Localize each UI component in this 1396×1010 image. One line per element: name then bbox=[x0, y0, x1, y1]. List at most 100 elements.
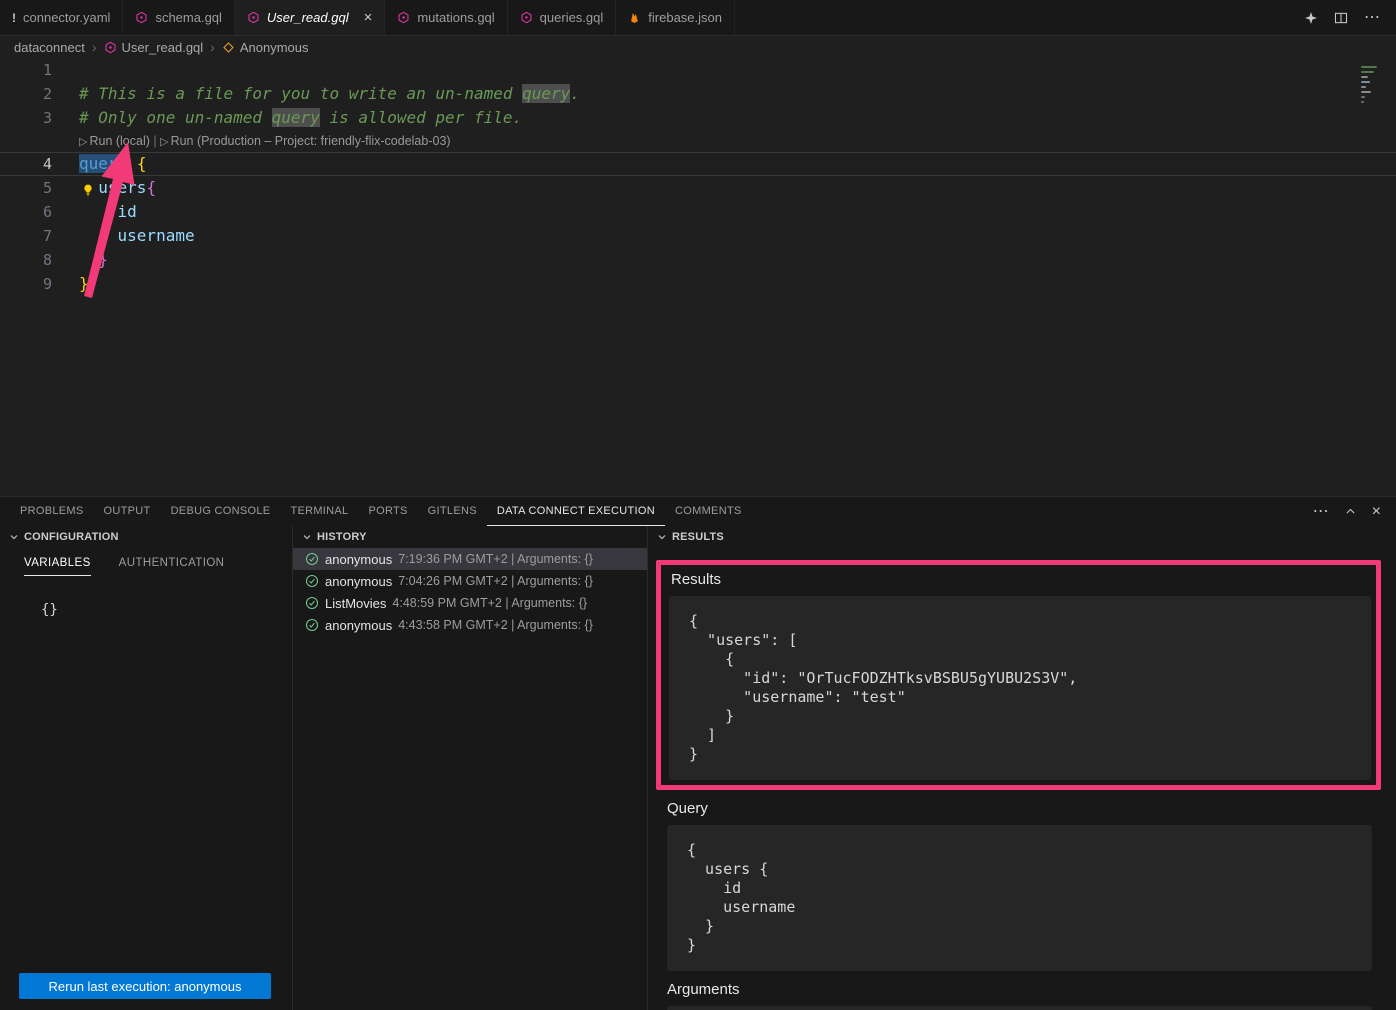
code-token: id bbox=[118, 202, 137, 221]
history-meta: 4:43:58 PM GMT+2 | Arguments: {} bbox=[398, 618, 593, 632]
codelens-separator: | bbox=[150, 134, 160, 148]
chevron-up-icon[interactable] bbox=[1344, 505, 1357, 518]
line-number: 2 bbox=[0, 82, 66, 106]
tab-User_read.gql[interactable]: User_read.gql× bbox=[235, 0, 385, 35]
results-section: RESULTS Results { "users": [ { "id": "OrT… bbox=[648, 526, 1396, 1010]
editor-line-8[interactable]: 8 } bbox=[0, 248, 1396, 272]
results-label-results: Results bbox=[671, 571, 1371, 588]
annotation-highlight-box: Results { "users": [ { "id": "OrTucFODZHT… bbox=[656, 560, 1381, 790]
code-token: { bbox=[137, 154, 147, 173]
minimap-mark bbox=[1361, 76, 1368, 78]
configuration-title: CONFIGURATION bbox=[24, 531, 119, 543]
tab-firebase.json[interactable]: firebase.json bbox=[616, 0, 735, 35]
code-block-arguments[interactable]: {} bbox=[667, 1006, 1372, 1010]
editor-line-1[interactable]: 1 bbox=[0, 58, 1396, 82]
copilot-sparkle-icon[interactable] bbox=[1304, 11, 1318, 25]
bottom-panel: PROBLEMSOUTPUTDEBUG CONSOLETERMINALPORTS… bbox=[0, 496, 1396, 1010]
code-token bbox=[79, 226, 118, 245]
editor-line-7[interactable]: 7 username bbox=[0, 224, 1396, 248]
editor-line-5[interactable]: 5 users{ bbox=[0, 176, 1396, 200]
chevron-down-icon bbox=[301, 531, 313, 543]
line-number: 3 bbox=[0, 106, 66, 130]
history-item[interactable]: ListMovies4:48:59 PM GMT+2 | Arguments: … bbox=[293, 592, 647, 614]
history-header[interactable]: HISTORY bbox=[293, 526, 647, 548]
code-editor[interactable]: 12# This is a file for you to write an u… bbox=[0, 58, 1396, 496]
history-item[interactable]: anonymous7:04:26 PM GMT+2 | Arguments: {… bbox=[293, 570, 647, 592]
panel-tab-gitlens[interactable]: GITLENS bbox=[418, 497, 487, 526]
results-header[interactable]: RESULTS bbox=[648, 526, 1396, 548]
editor-lines: 12# This is a file for you to write an u… bbox=[0, 58, 1396, 296]
codelens-row: ▷Run (local) | ▷Run (Production – Projec… bbox=[0, 130, 1396, 152]
line-number: 9 bbox=[0, 272, 66, 296]
configuration-header[interactable]: CONFIGURATION bbox=[0, 526, 292, 548]
breadcrumb-item-user_read.gql[interactable]: User_read.gql bbox=[104, 40, 204, 55]
play-icon: ▷ bbox=[79, 136, 87, 148]
play-icon: ▷ bbox=[160, 136, 168, 148]
breadcrumb-separator: › bbox=[92, 39, 97, 55]
results-body: Results { "users": [ { "id": "OrTucFODZHT… bbox=[648, 548, 1396, 1010]
chevron-down-icon bbox=[8, 531, 20, 543]
panel-tab-terminal[interactable]: TERMINAL bbox=[280, 497, 358, 526]
line-content: id bbox=[66, 200, 137, 224]
history-item[interactable]: anonymous4:43:58 PM GMT+2 | Arguments: {… bbox=[293, 614, 647, 636]
breadcrumb-label: dataconnect bbox=[14, 40, 85, 55]
check-circle-icon bbox=[305, 574, 319, 588]
graphql-icon bbox=[397, 11, 410, 24]
line-number: 5 bbox=[0, 176, 66, 200]
breadcrumb-item-dataconnect[interactable]: dataconnect bbox=[14, 40, 85, 55]
tab-schema.gql[interactable]: schema.gql bbox=[123, 0, 234, 35]
line-content: username bbox=[66, 224, 195, 248]
tab-mutations.gql[interactable]: mutations.gql bbox=[385, 0, 507, 35]
panel-tab-output[interactable]: OUTPUT bbox=[94, 497, 161, 526]
yaml-icon: ! bbox=[12, 11, 16, 25]
config-tab-variables[interactable]: VARIABLES bbox=[24, 557, 91, 576]
code-token: is allowed per file. bbox=[320, 108, 522, 127]
history-meta: 7:19:36 PM GMT+2 | Arguments: {} bbox=[398, 552, 593, 566]
line-content: } bbox=[66, 272, 89, 296]
tab-label: mutations.gql bbox=[417, 10, 494, 25]
chevron-down-icon bbox=[656, 531, 668, 543]
code-block-results[interactable]: { "users": [ { "id": "OrTucFODZHTksvBSBU… bbox=[669, 596, 1371, 780]
tab-connector.yaml[interactable]: ! connector.yaml bbox=[0, 0, 123, 35]
panel-tab-debug-console[interactable]: DEBUG CONSOLE bbox=[161, 497, 281, 526]
minimap-mark bbox=[1361, 101, 1364, 103]
minimap[interactable] bbox=[1361, 63, 1383, 106]
graphql-icon bbox=[104, 41, 117, 54]
panel-tab-problems[interactable]: PROBLEMS bbox=[10, 497, 94, 526]
code-token: } bbox=[79, 274, 89, 293]
history-item[interactable]: anonymous7:19:36 PM GMT+2 | Arguments: {… bbox=[293, 548, 647, 570]
more-actions-icon[interactable]: ⋯ bbox=[1364, 10, 1380, 26]
panel-tab-comments[interactable]: COMMENTS bbox=[665, 497, 752, 526]
history-name: ListMovies bbox=[325, 596, 386, 611]
breadcrumb-label: User_read.gql bbox=[122, 40, 204, 55]
history-name: anonymous bbox=[325, 574, 392, 589]
line-content: } bbox=[66, 248, 108, 272]
configuration-section: CONFIGURATION VARIABLESAUTHENTICATION {}… bbox=[0, 526, 293, 1010]
panel-tab-data-connect-execution[interactable]: DATA CONNECT EXECUTION bbox=[487, 497, 665, 526]
panel-tab-ports[interactable]: PORTS bbox=[358, 497, 417, 526]
editor-line-4[interactable]: 4query { bbox=[0, 152, 1396, 176]
tab-queries.gql[interactable]: queries.gql bbox=[508, 0, 617, 35]
more-icon[interactable]: ⋯ bbox=[1313, 504, 1329, 520]
code-block-query[interactable]: { users { id username } } bbox=[667, 825, 1372, 971]
breadcrumb-item-anonymous[interactable]: Anonymous bbox=[222, 40, 309, 55]
config-tab-authentication[interactable]: AUTHENTICATION bbox=[119, 557, 225, 576]
tab-label: connector.yaml bbox=[23, 10, 110, 25]
close-tab-icon[interactable]: × bbox=[364, 10, 373, 25]
code-token: } bbox=[98, 250, 108, 269]
line-content: # This is a file for you to write an un-… bbox=[66, 82, 580, 106]
history-list: anonymous 7:19:36 PM GMT+2 | Arguments: {… bbox=[293, 548, 647, 636]
codelens-run-local[interactable]: Run (local) bbox=[89, 134, 149, 148]
editor-line-2[interactable]: 2# This is a file for you to write an un… bbox=[0, 82, 1396, 106]
editor-line-3[interactable]: 3# Only one un-named query is allowed pe… bbox=[0, 106, 1396, 130]
close-icon[interactable]: × bbox=[1372, 504, 1381, 520]
configuration-tabs: VARIABLES AUTHENTICATION bbox=[0, 548, 292, 576]
rerun-button[interactable]: Rerun last execution: anonymous bbox=[19, 973, 271, 999]
tab-label: queries.gql bbox=[540, 10, 604, 25]
editor-line-9[interactable]: 9} bbox=[0, 272, 1396, 296]
editor-line-6[interactable]: 6 id bbox=[0, 200, 1396, 224]
graphql-icon bbox=[520, 11, 533, 24]
check-circle-icon bbox=[305, 596, 319, 610]
codelens-run-production[interactable]: Run (Production – Project: friendly-flix… bbox=[171, 134, 451, 148]
split-editor-icon[interactable] bbox=[1334, 11, 1348, 25]
